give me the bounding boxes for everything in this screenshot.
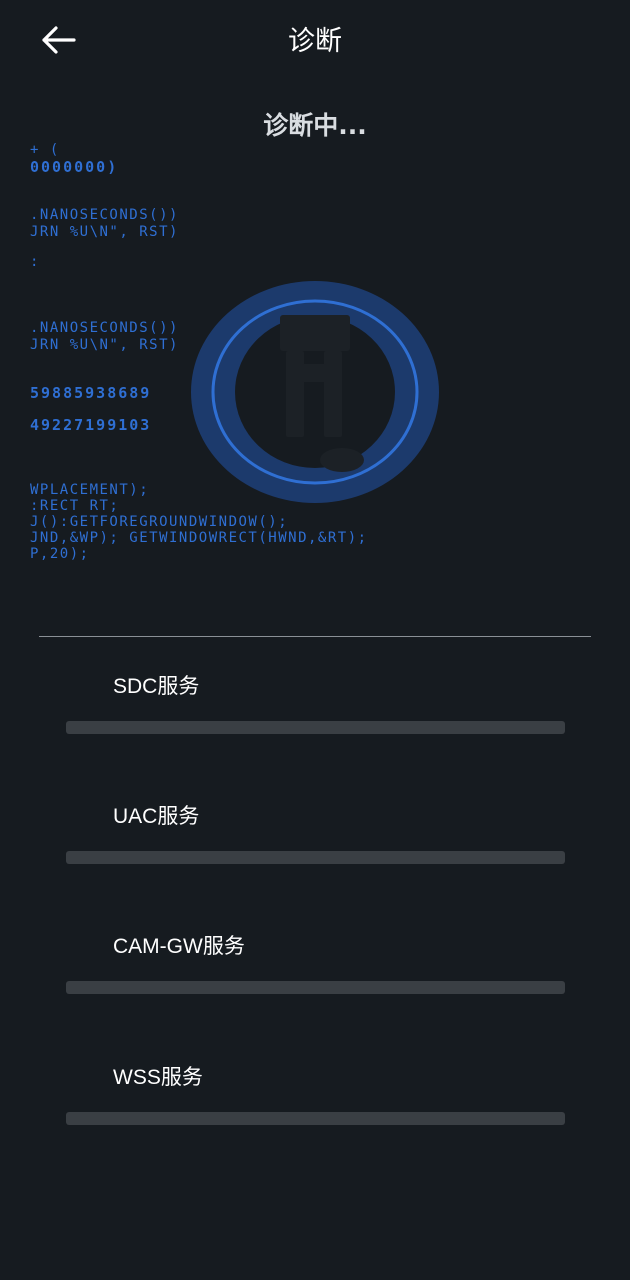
service-progress-bar xyxy=(66,851,565,864)
code-line: 49227199103 xyxy=(30,416,152,434)
code-line: + ( xyxy=(30,142,60,158)
code-line: 0000000) xyxy=(30,158,119,176)
service-progress-bar xyxy=(66,981,565,994)
code-line: JRN %U\N", RST) xyxy=(30,224,179,240)
code-line: JRN %U\N", RST) xyxy=(30,337,179,353)
code-line: WPLACEMENT); xyxy=(30,482,150,498)
service-progress-bar xyxy=(66,721,565,734)
section-divider xyxy=(39,636,591,637)
service-label: WSS服务 xyxy=(113,1066,203,1089)
code-line: .NANOSECONDS()) xyxy=(30,207,179,223)
code-line: .NANOSECONDS()) xyxy=(30,320,179,336)
service-label: CAM-GW服务 xyxy=(113,935,245,958)
service-label: SDC服务 xyxy=(113,675,200,698)
code-line: J():GETFOREGROUNDWINDOW(); xyxy=(30,514,289,530)
code-line: 59885938689 xyxy=(30,384,152,402)
service-item-cam-gw: CAM-GW服务 xyxy=(0,932,630,1012)
scanning-ring-icon xyxy=(190,280,440,504)
code-line: JND,&WP); GETWINDOWRECT(HWND,&RT); xyxy=(30,530,368,546)
diagnosis-screen: 诊断 诊断中... + ( 0000000) .NANOSECONDS()) J… xyxy=(0,0,630,1280)
service-item-wss: WSS服务 xyxy=(0,1063,630,1143)
code-line: : xyxy=(30,254,40,270)
service-item-uac: UAC服务 xyxy=(0,802,630,882)
service-label: UAC服务 xyxy=(113,805,200,828)
page-title: 诊断 xyxy=(288,26,342,57)
service-progress-bar xyxy=(66,1112,565,1125)
code-line: :RECT RT; xyxy=(30,498,120,514)
code-line: P,20); xyxy=(30,546,90,562)
service-item-sdc: SDC服务 xyxy=(0,672,630,752)
